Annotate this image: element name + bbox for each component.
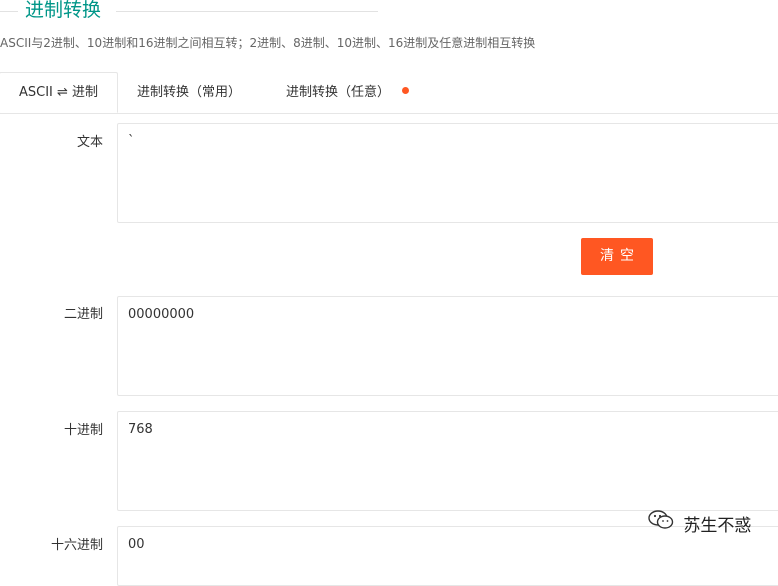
watermark: 苏生不惑 <box>648 510 752 538</box>
tab-ascii-base[interactable]: ASCII ⇌ 进制 <box>0 72 118 113</box>
new-dot-badge <box>402 87 410 94</box>
tab-label: 进制转换（常用） <box>137 85 242 100</box>
wechat-icon <box>648 510 674 538</box>
tab-label: 进制转换（任意） <box>286 85 391 100</box>
decimal-input[interactable]: 768 <box>117 411 778 511</box>
text-input[interactable]: ` <box>117 123 778 223</box>
tab-base-common[interactable]: 进制转换（常用） <box>137 72 241 113</box>
page-subtitle: ASCII与2进制、10进制和16进制之间相互转；2进制、8进制、10进制、16… <box>0 36 536 50</box>
clear-button[interactable]: 清空 <box>581 238 653 275</box>
decimal-label: 十进制 <box>63 423 103 438</box>
binary-label: 二进制 <box>63 307 103 322</box>
title-divider-right <box>116 11 378 12</box>
tab-base-any[interactable]: 进制转换（任意） <box>286 72 410 113</box>
tab-label: ASCII ⇌ 进制 <box>18 85 99 100</box>
title-divider-left <box>0 11 18 12</box>
text-label: 文本 <box>76 135 103 150</box>
page-title: 进制转换 <box>25 0 102 21</box>
binary-input[interactable]: 00000000 <box>117 296 778 396</box>
hex-label: 十六进制 <box>50 538 103 553</box>
tab-bar: ASCII ⇌ 进制 进制转换（常用） 进制转换（任意） <box>0 72 778 114</box>
watermark-text: 苏生不惑 <box>683 516 752 536</box>
